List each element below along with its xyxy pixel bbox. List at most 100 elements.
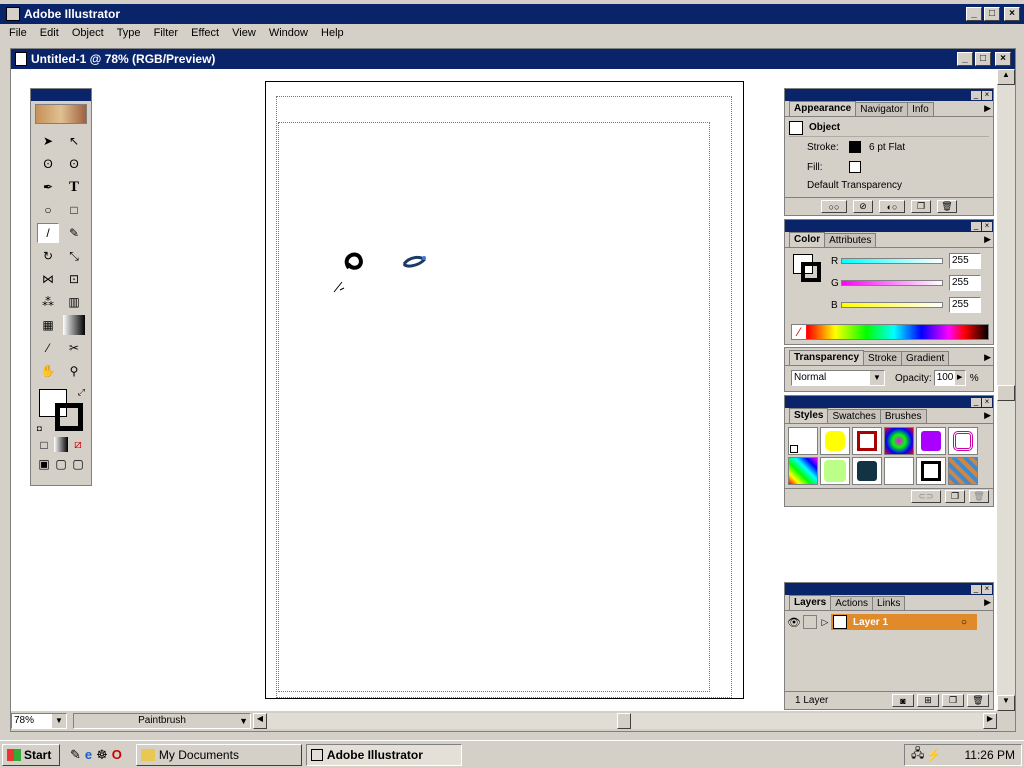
menu-file[interactable]: File bbox=[4, 24, 32, 42]
artwork[interactable] bbox=[326, 242, 446, 302]
direct-lasso-tool-icon[interactable]: ʘ bbox=[63, 154, 85, 174]
doc-close-button[interactable]: × bbox=[995, 52, 1011, 66]
stroke-swatch[interactable] bbox=[55, 403, 83, 431]
style-swatch[interactable] bbox=[884, 457, 914, 485]
style-swatch[interactable] bbox=[884, 427, 914, 455]
tab-styles[interactable]: Styles bbox=[789, 408, 829, 423]
tab-actions[interactable]: Actions bbox=[830, 596, 874, 610]
menu-edit[interactable]: Edit bbox=[35, 24, 64, 42]
full-screen-menu-mode-icon[interactable]: ▢ bbox=[54, 456, 68, 471]
full-screen-mode-icon[interactable]: ▢ bbox=[71, 456, 85, 471]
artboard[interactable] bbox=[265, 81, 744, 699]
swap-fill-stroke-icon[interactable]: ⤢ bbox=[78, 387, 85, 398]
tab-layers[interactable]: Layers bbox=[789, 595, 832, 610]
mesh-tool-icon[interactable]: ▦ bbox=[37, 315, 59, 335]
tab-color[interactable]: Color bbox=[789, 232, 826, 247]
color-stroke-swatch[interactable] bbox=[801, 262, 821, 282]
appearance-panel-title-bar[interactable]: _ × bbox=[785, 89, 993, 101]
selection-tool-icon[interactable]: ➤ bbox=[37, 131, 59, 151]
rectangle-tool-icon[interactable]: □ bbox=[63, 200, 85, 220]
new-layer-icon[interactable]: ❐ bbox=[942, 694, 964, 707]
current-tool-field[interactable]: Paintbrush ▼ bbox=[73, 713, 251, 729]
outlook-icon[interactable]: ☸ bbox=[96, 747, 108, 763]
document-title-bar[interactable]: Untitled-1 @ 78% (RGB/Preview) _ □ × bbox=[11, 49, 1015, 69]
panel-minimize-button[interactable]: _ bbox=[971, 397, 981, 407]
duplicate-item-icon[interactable]: ❐ bbox=[911, 200, 931, 213]
scroll-down-button[interactable]: ▼ bbox=[997, 695, 1015, 711]
panel-minimize-button[interactable]: _ bbox=[971, 221, 981, 231]
show-desktop-icon[interactable]: ✎ bbox=[70, 747, 81, 763]
b-value-field[interactable]: 255 bbox=[949, 297, 981, 313]
visibility-eye-icon[interactable]: 👁 bbox=[785, 616, 803, 629]
tab-info[interactable]: Info bbox=[907, 102, 934, 116]
style-swatch[interactable] bbox=[852, 427, 882, 455]
blend-mode-dropdown-icon[interactable]: ▼ bbox=[870, 371, 884, 385]
panel-close-button[interactable]: × bbox=[982, 221, 992, 231]
tool-status-dropdown-icon[interactable]: ▼ bbox=[239, 714, 248, 728]
style-swatch[interactable] bbox=[788, 427, 818, 455]
app-title-bar[interactable]: Adobe Illustrator _ □ × bbox=[0, 4, 1024, 24]
layers-panel-title-bar[interactable]: _ × bbox=[785, 583, 993, 595]
g-value-field[interactable]: 255 bbox=[949, 275, 981, 291]
scroll-up-button[interactable]: ▲ bbox=[997, 69, 1015, 85]
menu-window[interactable]: Window bbox=[264, 24, 313, 42]
panel-menu-arrow-icon[interactable]: ▶ bbox=[984, 410, 991, 421]
graph-tool-icon[interactable]: ▥ bbox=[63, 292, 85, 312]
reduce-basic-appearance-icon[interactable]: ◐○ bbox=[879, 200, 905, 213]
zoom-field[interactable]: 78% ▼ bbox=[11, 713, 67, 729]
panel-close-button[interactable]: × bbox=[982, 397, 992, 407]
stroke-color-chip[interactable] bbox=[849, 141, 861, 153]
warp-tool-icon[interactable]: ⋈ bbox=[37, 269, 59, 289]
direct-selection-tool-icon[interactable]: ↖ bbox=[63, 131, 85, 151]
style-swatch[interactable] bbox=[788, 457, 818, 485]
opacity-field[interactable]: 100 ▶ bbox=[933, 370, 966, 386]
toolbox-title-bar[interactable] bbox=[31, 89, 91, 101]
color-panel-title-bar[interactable]: _ × bbox=[785, 220, 993, 232]
horizontal-scroll-thumb[interactable] bbox=[617, 713, 631, 729]
layer-target-icon[interactable]: ○ bbox=[961, 617, 967, 628]
symbol-sprayer-tool-icon[interactable]: ⁂ bbox=[37, 292, 59, 312]
minimize-button[interactable]: _ bbox=[966, 7, 982, 21]
r-slider[interactable] bbox=[841, 258, 943, 264]
menu-type[interactable]: Type bbox=[112, 24, 146, 42]
panel-close-button[interactable]: × bbox=[982, 584, 992, 594]
default-transparency-row[interactable]: Default Transparency bbox=[789, 177, 989, 195]
zoom-tool-icon[interactable]: ⚲ bbox=[63, 361, 85, 381]
paintbrush-tool-icon[interactable]: / bbox=[37, 223, 59, 243]
tab-swatches[interactable]: Swatches bbox=[827, 409, 881, 423]
r-value-field[interactable]: 255 bbox=[949, 253, 981, 269]
menu-help[interactable]: Help bbox=[316, 24, 349, 42]
make-clipping-mask-icon[interactable]: ◙ bbox=[892, 694, 914, 707]
g-slider[interactable] bbox=[841, 280, 943, 286]
panel-close-button[interactable]: × bbox=[982, 90, 992, 100]
scissors-tool-icon[interactable]: ✂ bbox=[63, 338, 85, 358]
none-mode-icon[interactable]: ⧄ bbox=[71, 437, 85, 452]
vertical-scrollbar[interactable]: ▲ ▼ bbox=[997, 69, 1015, 711]
menu-filter[interactable]: Filter bbox=[149, 24, 183, 42]
b-slider[interactable] bbox=[841, 302, 943, 308]
type-tool-icon[interactable]: T bbox=[63, 177, 85, 197]
style-swatch[interactable] bbox=[820, 427, 850, 455]
clock[interactable]: 11:26 PM bbox=[965, 748, 1015, 762]
style-swatch[interactable] bbox=[820, 457, 850, 485]
internet-explorer-icon[interactable]: e bbox=[85, 747, 92, 762]
style-swatch[interactable] bbox=[948, 457, 978, 485]
horizontal-scrollbar[interactable]: ◀ ▶ bbox=[253, 713, 997, 729]
tray-network-icon[interactable]: 🖧 bbox=[911, 744, 924, 765]
lock-toggle[interactable] bbox=[803, 615, 817, 629]
blend-mode-select[interactable]: Normal ▼ bbox=[791, 370, 885, 386]
fill-stroke-swatches[interactable]: ⤢ ◘ bbox=[37, 387, 85, 433]
tray-alert-icon[interactable]: ⚡ bbox=[926, 748, 941, 762]
pen-tool-icon[interactable]: ✒ bbox=[37, 177, 59, 197]
lasso-tool-icon[interactable]: ʘ bbox=[37, 154, 59, 174]
menu-object[interactable]: Object bbox=[67, 24, 109, 42]
style-swatch[interactable] bbox=[852, 457, 882, 485]
tab-appearance[interactable]: Appearance bbox=[789, 101, 857, 116]
panel-menu-arrow-icon[interactable]: ▶ bbox=[984, 352, 991, 363]
layer-row-layer-1[interactable]: Layer 1 ○ bbox=[831, 614, 977, 630]
eyedropper-tool-icon[interactable]: ⁄ bbox=[37, 338, 59, 358]
default-fill-stroke-icon[interactable]: ◘ bbox=[37, 424, 42, 433]
gradient-mode-icon[interactable] bbox=[54, 437, 68, 452]
break-link-style-icon[interactable]: ⊂⊃ bbox=[911, 490, 941, 503]
task-adobe-illustrator[interactable]: Adobe Illustrator bbox=[305, 743, 462, 766]
